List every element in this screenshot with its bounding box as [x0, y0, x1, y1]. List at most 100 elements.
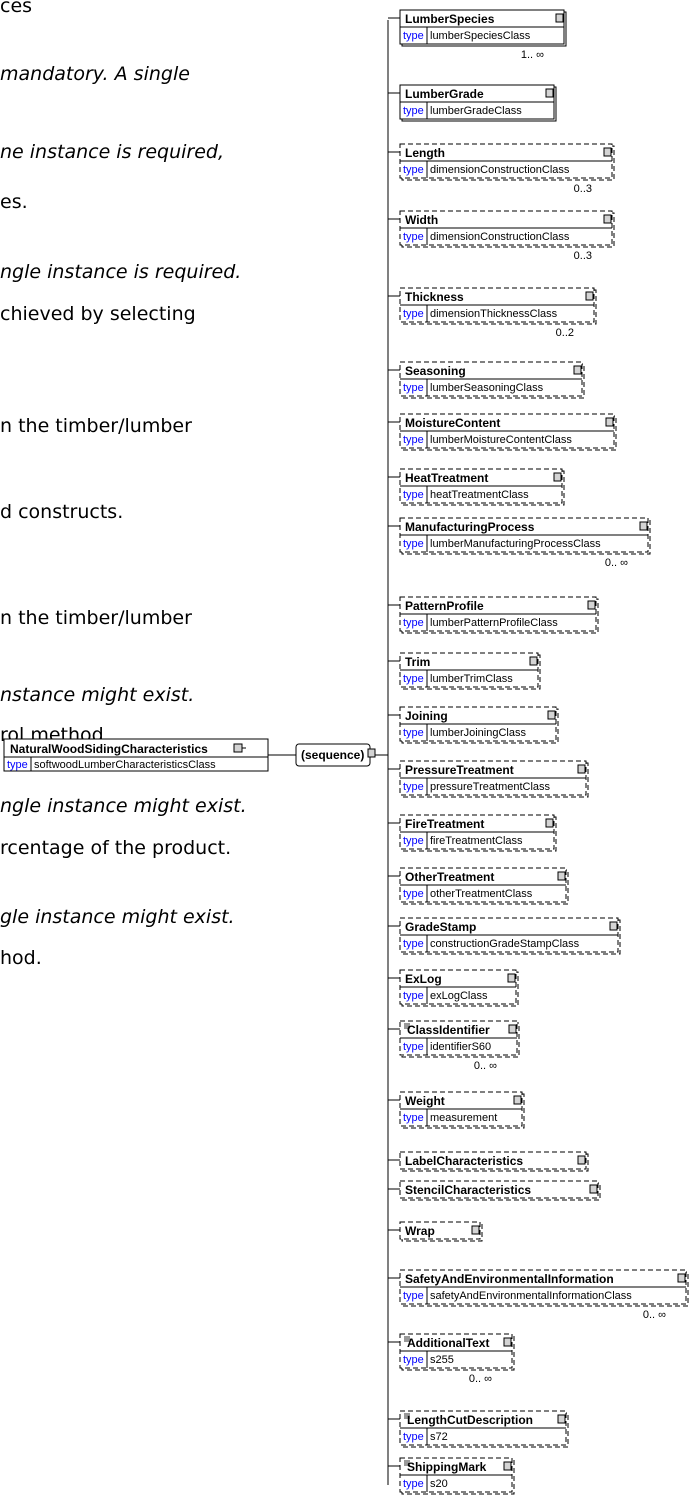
expand-icon[interactable] [471, 1225, 480, 1235]
type-keyword: type [403, 105, 424, 117]
expand-icon[interactable] [589, 1184, 598, 1194]
root-type-value: softwoodLumberCharacteristicsClass [34, 759, 216, 771]
element-name: ClassIdentifier [407, 1023, 490, 1037]
sequence-compositor[interactable]: (sequence) [295, 743, 376, 767]
cardinality-label: 0.. ∞ [469, 1373, 492, 1385]
expand-icon[interactable] [603, 147, 612, 157]
expand-icon[interactable] [507, 973, 516, 983]
element-type: dimensionConstructionClass [430, 231, 570, 243]
element-name: AdditionalText [407, 1336, 489, 1350]
expand-icon[interactable] [603, 214, 612, 224]
child-element-node[interactable]: Length type dimensionConstructionClass 0..3 [388, 143, 615, 195]
element-type: fireTreatmentClass [430, 835, 523, 847]
type-keyword: type [403, 673, 424, 685]
child-element-node[interactable]: ClassIdentifier type identifierS60 0.. ∞ [388, 1020, 520, 1072]
element-type: lumberSeasoningClass [430, 382, 544, 394]
expand-icon[interactable] [577, 764, 586, 774]
element-name: Weight [405, 1094, 445, 1108]
element-type: lumberPatternProfileClass [430, 617, 558, 629]
child-element-node[interactable]: GradeStamp type constructionGradeStampClas… [388, 917, 621, 955]
child-element-node[interactable]: Width type dimensionConstructionClass 0..3 [388, 210, 615, 262]
expand-icon[interactable] [545, 88, 554, 98]
child-element-node[interactable]: PressureTreatment type pressureTreatmentCl… [388, 760, 589, 798]
expand-icon[interactable] [513, 1095, 522, 1105]
child-element-node[interactable]: Thickness type dimensionThicknessClass 0..2 [388, 287, 597, 339]
child-element-node[interactable]: Joining type lumberJoiningClass [388, 706, 559, 744]
child-element-node[interactable]: Seasoning type lumberSeasoningClass [388, 361, 585, 399]
expand-icon[interactable] [605, 417, 614, 427]
child-element-node[interactable]: AdditionalText type s255 0.. ∞ [388, 1333, 515, 1385]
type-keyword: type [403, 617, 424, 629]
element-name: FireTreatment [405, 817, 484, 831]
child-element-node[interactable]: StencilCharacteristics [388, 1180, 601, 1201]
expand-icon[interactable] [529, 656, 538, 666]
element-type: heatTreatmentClass [430, 489, 529, 501]
type-keyword: type [403, 1290, 424, 1302]
element-name: Joining [405, 709, 448, 723]
child-element-node[interactable]: MoistureContent type lumberMoistureContent… [388, 413, 617, 451]
element-name: Length [405, 146, 445, 160]
child-element-node[interactable]: Weight type measurement [388, 1091, 525, 1129]
element-name: PressureTreatment [405, 763, 514, 777]
expand-icon[interactable] [508, 1024, 517, 1034]
child-element-node[interactable]: PatternProfile type lumberPatternProfileCl… [388, 596, 599, 634]
child-element-node[interactable]: LengthCutDescription type s72 [388, 1410, 569, 1448]
expand-icon[interactable] [577, 1155, 586, 1165]
cardinality-label: 0..3 [574, 183, 592, 195]
expand-icon[interactable] [587, 600, 596, 610]
element-name: LabelCharacteristics [405, 1154, 523, 1168]
type-keyword: type [403, 1431, 424, 1443]
child-element-node[interactable]: LabelCharacteristics [388, 1151, 589, 1172]
child-element-node[interactable]: FireTreatment type fireTreatmentClass [388, 814, 557, 852]
expand-icon[interactable] [585, 291, 594, 301]
child-element-node[interactable]: OtherTreatment type otherTreatmentClass [388, 867, 569, 905]
element-type: exLogClass [430, 990, 488, 1002]
sequence-expand-icon[interactable] [367, 748, 376, 758]
expand-icon[interactable] [557, 871, 566, 881]
element-name: Wrap [405, 1224, 435, 1238]
element-type: s255 [430, 1354, 454, 1366]
child-element-node[interactable]: LumberSpecies type lumberSpeciesClass 1.. ∞ [388, 9, 567, 61]
expand-icon[interactable] [545, 818, 554, 828]
element-name: ManufacturingProcess [405, 520, 535, 534]
expand-icon[interactable] [553, 472, 562, 482]
root-element-node[interactable]: NaturalWoodSidingCharacteristics type so… [3, 738, 269, 772]
type-keyword: type [403, 835, 424, 847]
element-type: lumberMoistureContentClass [430, 434, 572, 446]
expand-icon[interactable] [573, 365, 582, 375]
element-type: pressureTreatmentClass [430, 781, 551, 793]
element-name: Trim [405, 655, 430, 669]
expand-icon[interactable] [677, 1273, 686, 1283]
child-element-node[interactable]: Wrap [388, 1221, 483, 1242]
type-keyword: type [403, 434, 424, 446]
expand-icon[interactable] [639, 521, 648, 531]
child-element-node[interactable]: ShippingMark type s20 [388, 1457, 515, 1495]
expand-icon[interactable] [503, 1337, 512, 1347]
element-name: LumberGrade [405, 87, 484, 101]
cardinality-label: 0.. ∞ [474, 1060, 497, 1072]
element-name: LumberSpecies [405, 12, 495, 26]
expand-icon[interactable] [555, 13, 564, 23]
cardinality-label: 0..3 [574, 250, 592, 262]
element-type: lumberTrimClass [430, 673, 513, 685]
expand-icon[interactable] [609, 921, 618, 931]
child-element-node[interactable]: SafetyAndEnvironmentalInformation type saf… [388, 1269, 689, 1321]
type-keyword: type [403, 308, 424, 320]
child-element-node[interactable]: ManufacturingProcess type lumberManufactur… [388, 517, 651, 569]
type-keyword: type [403, 1354, 424, 1366]
expand-icon[interactable] [547, 710, 556, 720]
child-element-node[interactable]: LumberGrade type lumberGradeClass [388, 84, 557, 122]
child-element-node[interactable]: Trim type lumberTrimClass [388, 652, 541, 690]
element-name: Width [405, 213, 438, 227]
element-name: SafetyAndEnvironmentalInformation [405, 1272, 614, 1286]
type-keyword: type [403, 888, 424, 900]
cardinality-label: 0.. ∞ [643, 1309, 666, 1321]
element-type: measurement [430, 1112, 497, 1124]
child-element-node[interactable]: ExLog type exLogClass [388, 969, 519, 1007]
element-name: Seasoning [405, 364, 466, 378]
root-expand-icon[interactable] [233, 743, 243, 753]
expand-icon[interactable] [557, 1414, 566, 1424]
child-element-node[interactable]: HeatTreatment type heatTreatmentClass [388, 468, 565, 506]
expand-icon[interactable] [503, 1461, 512, 1471]
type-keyword: type [403, 781, 424, 793]
